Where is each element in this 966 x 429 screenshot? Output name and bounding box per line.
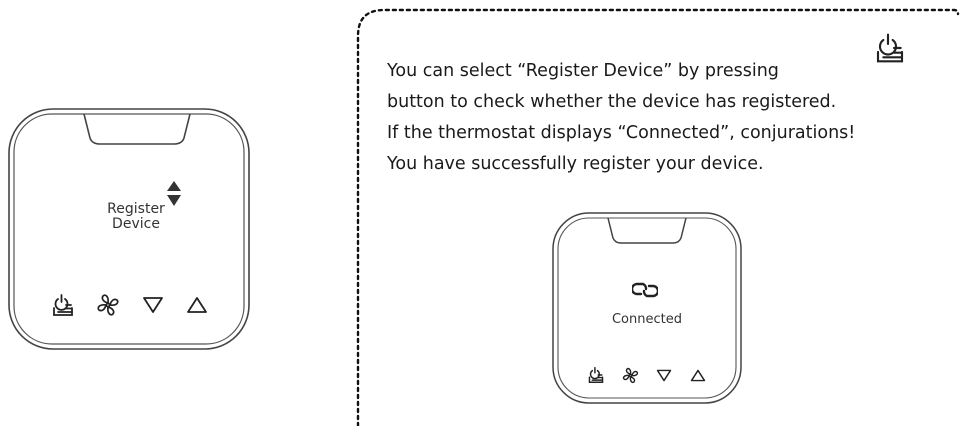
- power-menu-icon[interactable]: [52, 293, 74, 317]
- instruction-callout: You can select “Register Device” by pres…: [356, 6, 960, 426]
- button-row: [52, 292, 208, 318]
- power-menu-icon[interactable]: [588, 366, 604, 384]
- power-menu-icon: [875, 32, 905, 64]
- display-text-line2: Device: [112, 216, 160, 232]
- instruction-text: You can select “Register Device” by pres…: [387, 56, 957, 180]
- instruction-line-3: If the thermostat displays “Connected”, …: [387, 123, 856, 143]
- status-text: Connected: [611, 312, 682, 327]
- right-thermostat: Connected: [550, 210, 744, 406]
- display-text: Register Device: [86, 202, 186, 232]
- up-arrow-icon[interactable]: [690, 369, 706, 382]
- link-icon: [632, 280, 658, 300]
- left-thermostat: Register Device: [6, 106, 252, 352]
- instruction-line-4: You have successfully register your devi…: [387, 154, 764, 174]
- down-arrow-icon[interactable]: [142, 296, 164, 314]
- fan-icon[interactable]: [622, 367, 639, 384]
- display-text-line1: Register: [107, 201, 165, 217]
- instruction-line-1: You can select “Register Device” by pres…: [387, 61, 779, 81]
- down-arrow-icon[interactable]: [656, 369, 672, 382]
- fan-icon[interactable]: [96, 293, 120, 317]
- up-arrow-icon[interactable]: [186, 296, 208, 314]
- button-row: [588, 366, 706, 384]
- instruction-line-2: button to check whether the device has r…: [387, 92, 837, 112]
